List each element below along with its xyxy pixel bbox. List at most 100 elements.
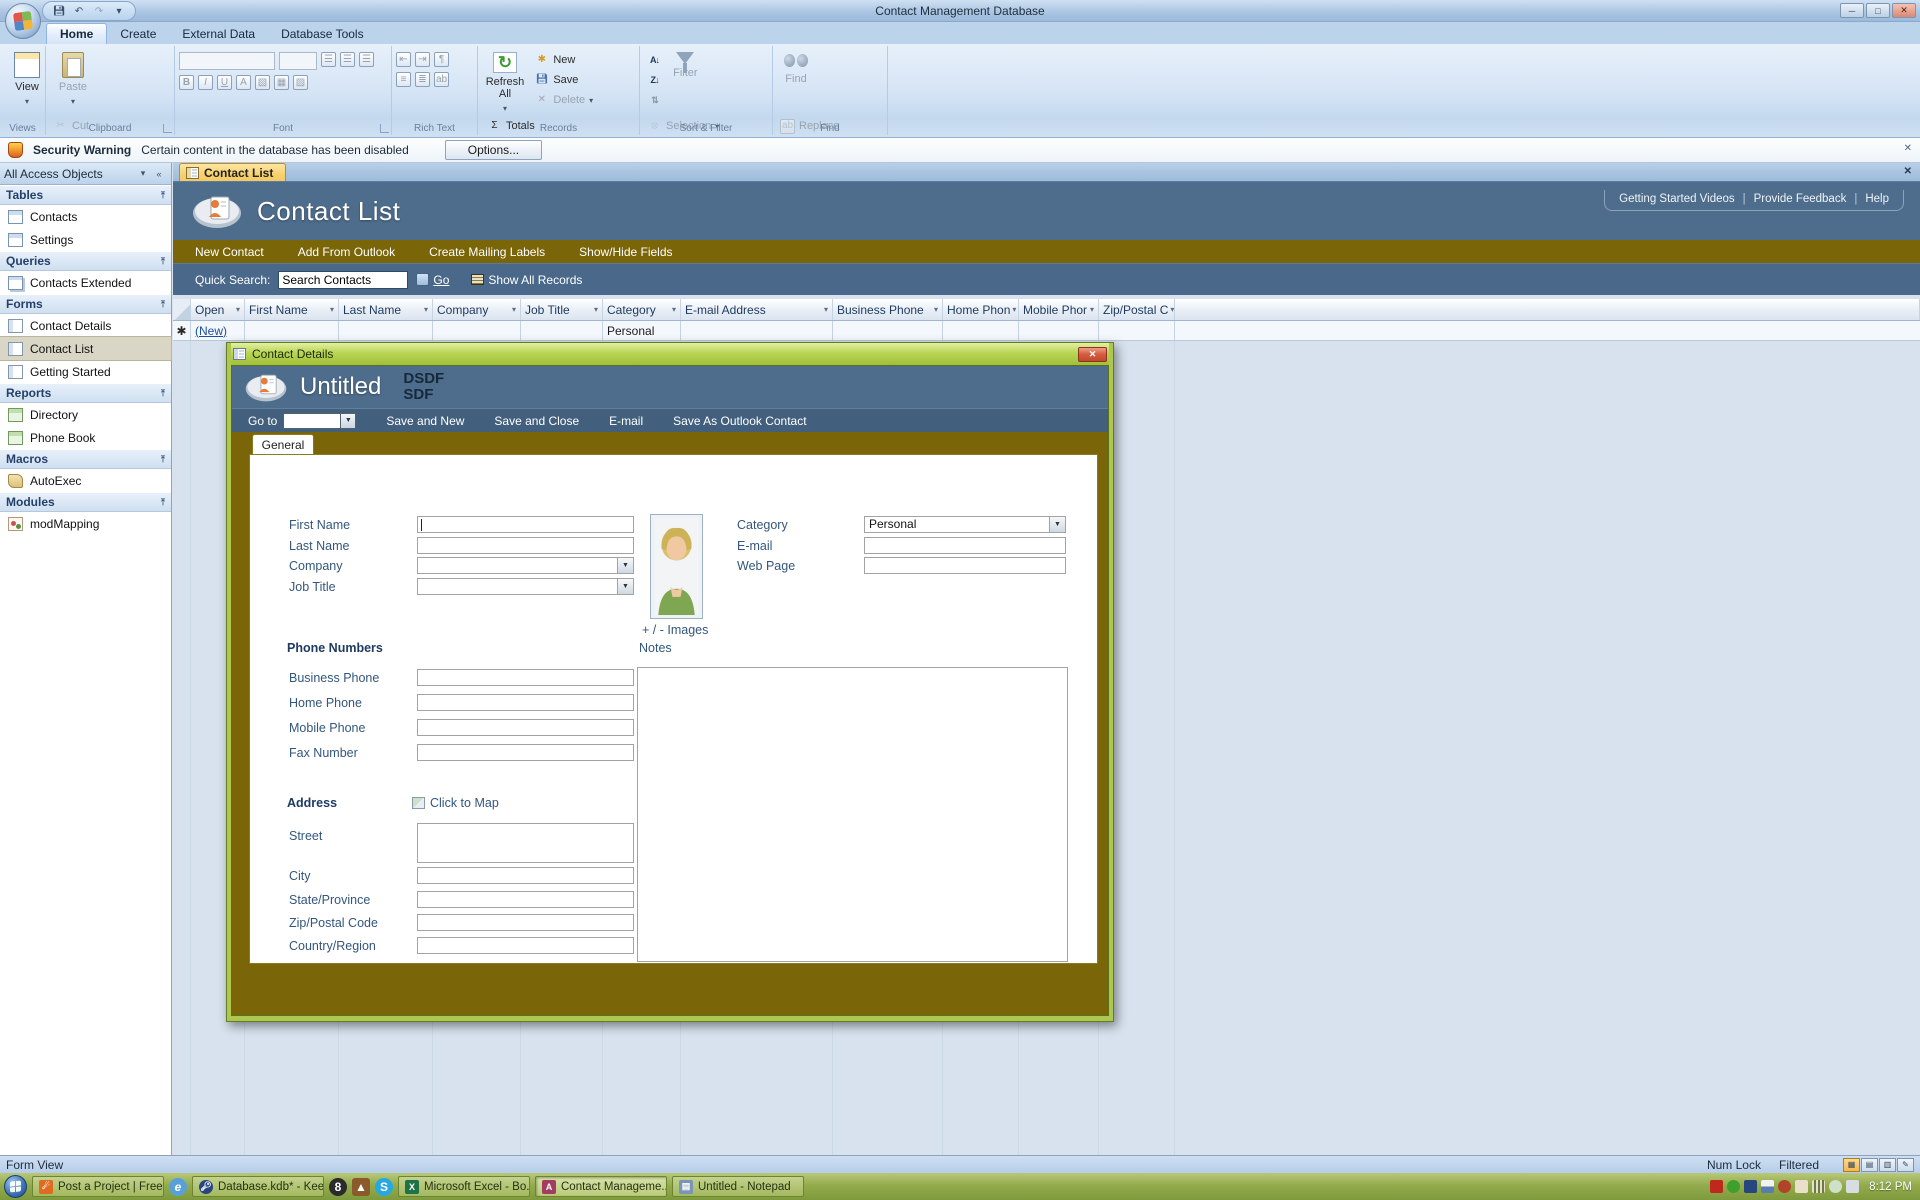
sync-tray-icon[interactable]	[1846, 1180, 1859, 1193]
create-mailing-labels-link[interactable]: Create Mailing Labels	[429, 245, 545, 259]
sort-descending-button[interactable]: Z↓	[644, 71, 665, 89]
start-button[interactable]	[4, 1175, 27, 1198]
clear-sorts-button[interactable]: ⇅	[644, 91, 665, 109]
column-header-first-name[interactable]: First Name▾	[245, 299, 339, 320]
network-tray-icon[interactable]	[1812, 1180, 1825, 1193]
city-field[interactable]	[417, 867, 634, 884]
taskbar-button-excel[interactable]: X Microsoft Excel - Bo...	[398, 1176, 530, 1197]
filter-button[interactable]: Filter	[668, 49, 702, 115]
nav-section-reports[interactable]: Reports⤒	[0, 383, 171, 403]
column-header-business-phone[interactable]: Business Phone▾	[833, 299, 943, 320]
security-options-button[interactable]: Options...	[445, 140, 542, 160]
internet-explorer-icon[interactable]: e	[169, 1178, 187, 1196]
nav-pane-menu-icon[interactable]: ▾	[135, 168, 151, 179]
nav-section-queries[interactable]: Queries⤒	[0, 251, 171, 271]
save-record-button[interactable]: 💾︎Save	[531, 71, 596, 89]
show-hide-fields-link[interactable]: Show/Hide Fields	[579, 245, 672, 259]
nav-item-contacts[interactable]: Contacts	[0, 205, 171, 228]
new-record-row[interactable]: ✱ (New) Personal	[173, 321, 1920, 341]
nav-item-autoexec[interactable]: AutoExec	[0, 469, 171, 492]
numbering-icon[interactable]: ≡	[396, 72, 411, 87]
find-button[interactable]: Find	[777, 49, 815, 115]
mobile-phone-field[interactable]	[417, 719, 634, 736]
font-color-icon[interactable]: A	[236, 75, 251, 90]
first-name-field[interactable]	[417, 516, 634, 533]
taskbar-button-notepad[interactable]: ▤ Untitled - Notepad	[672, 1176, 804, 1197]
app-dark-icon[interactable]: 8	[329, 1178, 347, 1196]
taskbar-button-access[interactable]: A Contact Manageme...	[535, 1176, 667, 1197]
form-view-button[interactable]: ▦	[1843, 1158, 1860, 1172]
nav-section-forms[interactable]: Forms⤒	[0, 294, 171, 314]
chevron-down-icon[interactable]: ▼	[617, 579, 633, 594]
increase-indent-icon[interactable]: ⇥	[415, 52, 430, 67]
nav-item-phone-book[interactable]: Phone Book	[0, 426, 171, 449]
column-header-last-name[interactable]: Last Name▾	[339, 299, 433, 320]
font-name-combo[interactable]	[179, 52, 275, 70]
power-tray-icon[interactable]	[1829, 1180, 1842, 1193]
nav-item-directory[interactable]: Directory	[0, 403, 171, 426]
alert-tray-icon[interactable]	[1778, 1180, 1791, 1193]
search-input[interactable]	[278, 271, 408, 289]
bullets-icon[interactable]: ≣	[415, 72, 430, 87]
save-and-close-link[interactable]: Save and Close	[494, 414, 579, 428]
go-button[interactable]: Go	[416, 273, 449, 287]
country-region-field[interactable]	[417, 937, 634, 954]
add-from-outlook-link[interactable]: Add From Outlook	[298, 245, 395, 259]
skype-icon[interactable]: S	[375, 1178, 393, 1196]
home-phone-field[interactable]	[417, 694, 634, 711]
nav-section-tables[interactable]: Tables⤒	[0, 185, 171, 205]
nav-section-macros[interactable]: Macros⤒	[0, 449, 171, 469]
flag-tray-icon[interactable]	[1761, 1180, 1774, 1193]
street-field[interactable]	[417, 823, 634, 863]
chevron-down-icon[interactable]: ▼	[1049, 517, 1065, 532]
minimize-button[interactable]: ─	[1840, 3, 1864, 18]
security-bar-close-icon[interactable]: ✕	[1904, 143, 1912, 154]
column-header-category[interactable]: Category▾	[603, 299, 681, 320]
sort-ascending-button[interactable]: A↓	[644, 51, 665, 69]
column-header-home-phone[interactable]: Home Phon▾	[943, 299, 1019, 320]
new-record-selector[interactable]: ✱	[173, 321, 191, 340]
align-right-icon[interactable]: ☰	[359, 52, 374, 67]
column-header-zip[interactable]: Zip/Postal C▾	[1099, 299, 1175, 320]
adobe-tray-icon[interactable]	[1710, 1180, 1723, 1193]
contact-photo[interactable]	[650, 514, 703, 619]
new-record-button[interactable]: ✱New	[531, 51, 596, 69]
web-page-field[interactable]	[864, 557, 1066, 574]
select-all-cell[interactable]	[173, 299, 191, 320]
nav-pane-shutter-icon[interactable]: «	[151, 169, 167, 179]
taskbar-button-freelancer[interactable]: ☄ Post a Project | Freel...	[32, 1176, 164, 1197]
layout-view-button[interactable]: ▥	[1879, 1158, 1896, 1172]
refresh-all-button[interactable]: ↻ Refresh All▾	[482, 49, 528, 115]
save-as-outlook-link[interactable]: Save As Outlook Contact	[673, 414, 806, 428]
job-title-field[interactable]: ▼	[417, 578, 634, 595]
delete-record-button[interactable]: ✕Delete▾	[531, 91, 596, 109]
align-left-icon[interactable]: ☰	[321, 52, 336, 67]
tab-home[interactable]: Home	[46, 23, 107, 44]
document-close-icon[interactable]: ✕	[1904, 166, 1912, 177]
help-link[interactable]: Help	[1865, 193, 1889, 205]
tab-create[interactable]: Create	[107, 24, 169, 44]
column-header-mobile-phone[interactable]: Mobile Phor▾	[1019, 299, 1099, 320]
underline-icon[interactable]: U	[217, 75, 232, 90]
dialog-close-button[interactable]: ✕	[1078, 347, 1107, 362]
dialog-titlebar[interactable]: Contact Details ✕	[231, 343, 1109, 365]
nav-section-modules[interactable]: Modules⤒	[0, 492, 171, 512]
clipboard-dialog-launcher-icon[interactable]	[163, 124, 172, 133]
new-contact-link[interactable]: New Contact	[195, 245, 264, 259]
datasheet-view-button[interactable]: ▤	[1861, 1158, 1878, 1172]
zip-postal-field[interactable]	[417, 914, 634, 931]
font-dialog-launcher-icon[interactable]	[380, 124, 389, 133]
paste-button[interactable]: Paste▾	[50, 49, 96, 115]
office-button[interactable]	[5, 3, 41, 39]
tab-contact-list[interactable]: Contact List	[179, 163, 286, 181]
email-link[interactable]: E-mail	[609, 414, 643, 428]
notes-field[interactable]	[637, 667, 1068, 962]
nav-item-settings[interactable]: Settings	[0, 228, 171, 251]
tab-general[interactable]: General	[252, 434, 314, 454]
column-header-email[interactable]: E-mail Address▾	[681, 299, 833, 320]
show-all-records-button[interactable]: Show All Records	[471, 273, 582, 287]
images-control[interactable]: + / - Images	[642, 623, 708, 637]
view-button[interactable]: View▾	[4, 49, 50, 115]
column-header-company[interactable]: Company▾	[433, 299, 521, 320]
nav-item-modmapping[interactable]: modMapping	[0, 512, 171, 535]
